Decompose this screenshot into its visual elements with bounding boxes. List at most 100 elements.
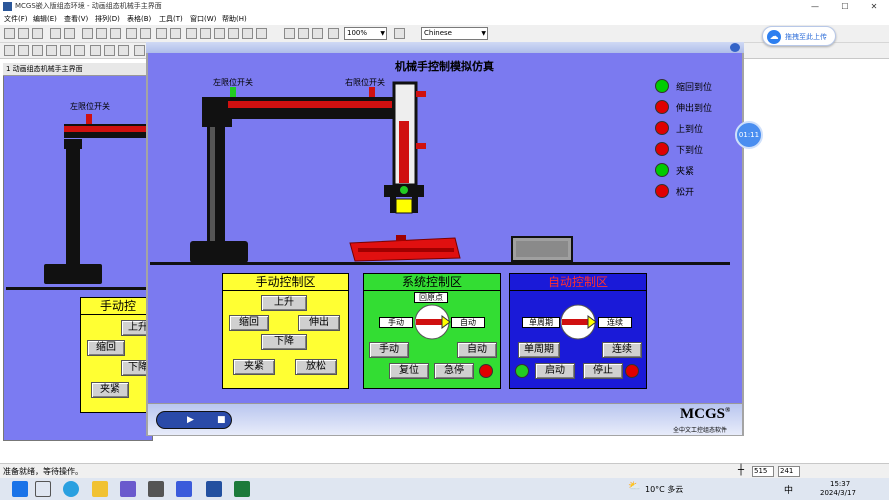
align-middle-icon[interactable] xyxy=(60,45,71,56)
manual-mode-button[interactable]: 手动 xyxy=(369,342,409,358)
file-explorer-icon[interactable] xyxy=(92,481,108,497)
playback-controls[interactable]: ▶ ■ xyxy=(156,411,232,429)
photos-icon[interactable] xyxy=(120,481,136,497)
mcgs-taskbar-icon[interactable] xyxy=(206,481,222,497)
align-right-icon[interactable] xyxy=(32,45,43,56)
runtime-bar: ▶ ■ MCGS® 全中文工控组态软件 xyxy=(148,403,742,435)
open-icon[interactable] xyxy=(18,28,29,39)
clock-time[interactable]: 15:37 xyxy=(830,480,850,488)
same-width-icon[interactable] xyxy=(90,45,101,56)
task-view-icon[interactable] xyxy=(35,481,51,497)
ungroup-icon[interactable] xyxy=(312,28,323,39)
menu-view[interactable]: 查看(V) xyxy=(64,14,88,24)
close-button[interactable]: ✕ xyxy=(859,0,889,13)
cloud-upload-pill[interactable]: ☁ 拖拽至此上传 xyxy=(762,26,836,46)
origin-label: 回原点 xyxy=(414,292,448,303)
window-icon[interactable] xyxy=(284,28,295,39)
indicator-lamp-clamped xyxy=(655,163,669,177)
component-icon[interactable] xyxy=(186,28,197,39)
align-left-icon[interactable] xyxy=(4,45,15,56)
continuous-button[interactable]: 连续 xyxy=(602,342,642,358)
align-top-icon[interactable] xyxy=(46,45,57,56)
retract-button[interactable]: 缩回 xyxy=(229,315,269,331)
table-icon[interactable] xyxy=(200,28,211,39)
same-size-icon[interactable] xyxy=(118,45,129,56)
menu-arrange[interactable]: 排列(D) xyxy=(95,14,120,24)
minimize-button[interactable]: — xyxy=(800,0,830,13)
menu-help[interactable]: 帮助(H) xyxy=(222,14,247,24)
tools-icon[interactable] xyxy=(156,28,167,39)
group-icon[interactable] xyxy=(298,28,309,39)
single-cycle-button[interactable]: 单周期 xyxy=(518,342,560,358)
stop-button[interactable]: 停止 xyxy=(583,363,623,379)
timer-badge[interactable]: 01:11 xyxy=(735,121,763,149)
preview-icon[interactable] xyxy=(64,28,75,39)
system-panel-title: 系统控制区 xyxy=(364,274,500,291)
new-icon[interactable] xyxy=(4,28,15,39)
brand-subtitle: 全中文工控组态软件 xyxy=(673,427,728,434)
clamp-button[interactable]: 夹紧 xyxy=(233,359,275,375)
start-button[interactable]: 启动 xyxy=(535,363,575,379)
indicator-label-bottom: 下到位 xyxy=(676,146,704,156)
menu-tools[interactable]: 工具(T) xyxy=(159,14,183,24)
redo-icon[interactable] xyxy=(140,28,151,39)
menu-table[interactable]: 表格(B) xyxy=(127,14,151,24)
grid-icon[interactable] xyxy=(256,28,267,39)
auto-tag: 自动 xyxy=(451,317,485,328)
coord-y: 241 xyxy=(778,466,800,477)
bg-clamp-button[interactable]: 夹紧 xyxy=(91,382,129,398)
stop-icon[interactable]: ■ xyxy=(217,415,226,425)
window-close-icon[interactable] xyxy=(730,43,740,52)
cycle-selector-knob[interactable] xyxy=(558,304,598,340)
single-cycle-tag: 单周期 xyxy=(522,317,560,328)
maximize-button[interactable]: ☐ xyxy=(830,0,860,13)
edge-browser-icon[interactable] xyxy=(63,481,79,497)
menu-edit[interactable]: 编辑(E) xyxy=(33,14,57,24)
menu-file[interactable]: 文件(F) xyxy=(4,14,28,24)
align-icon[interactable] xyxy=(242,28,253,39)
undo-icon[interactable] xyxy=(126,28,137,39)
coord-x: 515 xyxy=(752,466,774,477)
text-icon[interactable] xyxy=(228,28,239,39)
paste-icon[interactable] xyxy=(110,28,121,39)
menu-window[interactable]: 窗口(W) xyxy=(190,14,216,24)
mode-selector-knob[interactable] xyxy=(412,304,452,340)
reset-button[interactable]: 复位 xyxy=(389,363,429,379)
manual-panel-title: 手动控制区 xyxy=(223,274,348,291)
indicator-lamp-retracted xyxy=(655,79,669,93)
auto-mode-button[interactable]: 自动 xyxy=(457,342,497,358)
bg-manual-panel: 手动控 上升 缩回 下降 夹紧 xyxy=(80,297,155,413)
auto-control-panel: 自动控制区 单周期 连续 单周期 连续 启动 停止 xyxy=(509,273,647,389)
zoom-icon[interactable] xyxy=(328,28,339,39)
start-icon[interactable] xyxy=(12,481,28,497)
font-icon[interactable] xyxy=(394,28,405,39)
chart-icon[interactable] xyxy=(214,28,225,39)
app-window-icon[interactable] xyxy=(148,481,164,497)
copy-icon[interactable] xyxy=(96,28,107,39)
up-button[interactable]: 上升 xyxy=(261,295,307,311)
release-button[interactable]: 放松 xyxy=(295,359,337,375)
cut-icon[interactable] xyxy=(82,28,93,39)
down-button[interactable]: 下降 xyxy=(261,334,307,350)
indicator-lamp-top xyxy=(655,121,669,135)
save-icon[interactable] xyxy=(32,28,43,39)
align-bottom-icon[interactable] xyxy=(74,45,85,56)
play-icon[interactable]: ▶ xyxy=(187,415,194,425)
bg-retract-button[interactable]: 缩回 xyxy=(87,340,125,356)
ime-indicator[interactable]: 中 xyxy=(784,483,793,496)
extend-button[interactable]: 伸出 xyxy=(298,315,340,331)
layout-icon[interactable] xyxy=(170,28,181,39)
zoom-select[interactable]: 100% ▼ xyxy=(344,27,387,40)
language-select[interactable]: Chinese ▼ xyxy=(421,27,488,40)
weather-text[interactable]: 10°C 多云 xyxy=(645,484,683,495)
emergency-stop-button[interactable]: 急停 xyxy=(434,363,474,379)
print-icon[interactable] xyxy=(50,28,61,39)
g-app-icon[interactable] xyxy=(176,481,192,497)
bring-front-icon[interactable] xyxy=(134,45,145,56)
align-center-icon[interactable] xyxy=(18,45,29,56)
clock-date[interactable]: 2024/3/17 xyxy=(820,489,856,497)
same-height-icon[interactable] xyxy=(104,45,115,56)
indicator-label-retracted: 缩回到位 xyxy=(676,83,713,93)
background-window[interactable]: 左限位开关 手动控 上升 缩回 下降 夹紧 xyxy=(3,63,155,441)
terminal-icon[interactable] xyxy=(234,481,250,497)
